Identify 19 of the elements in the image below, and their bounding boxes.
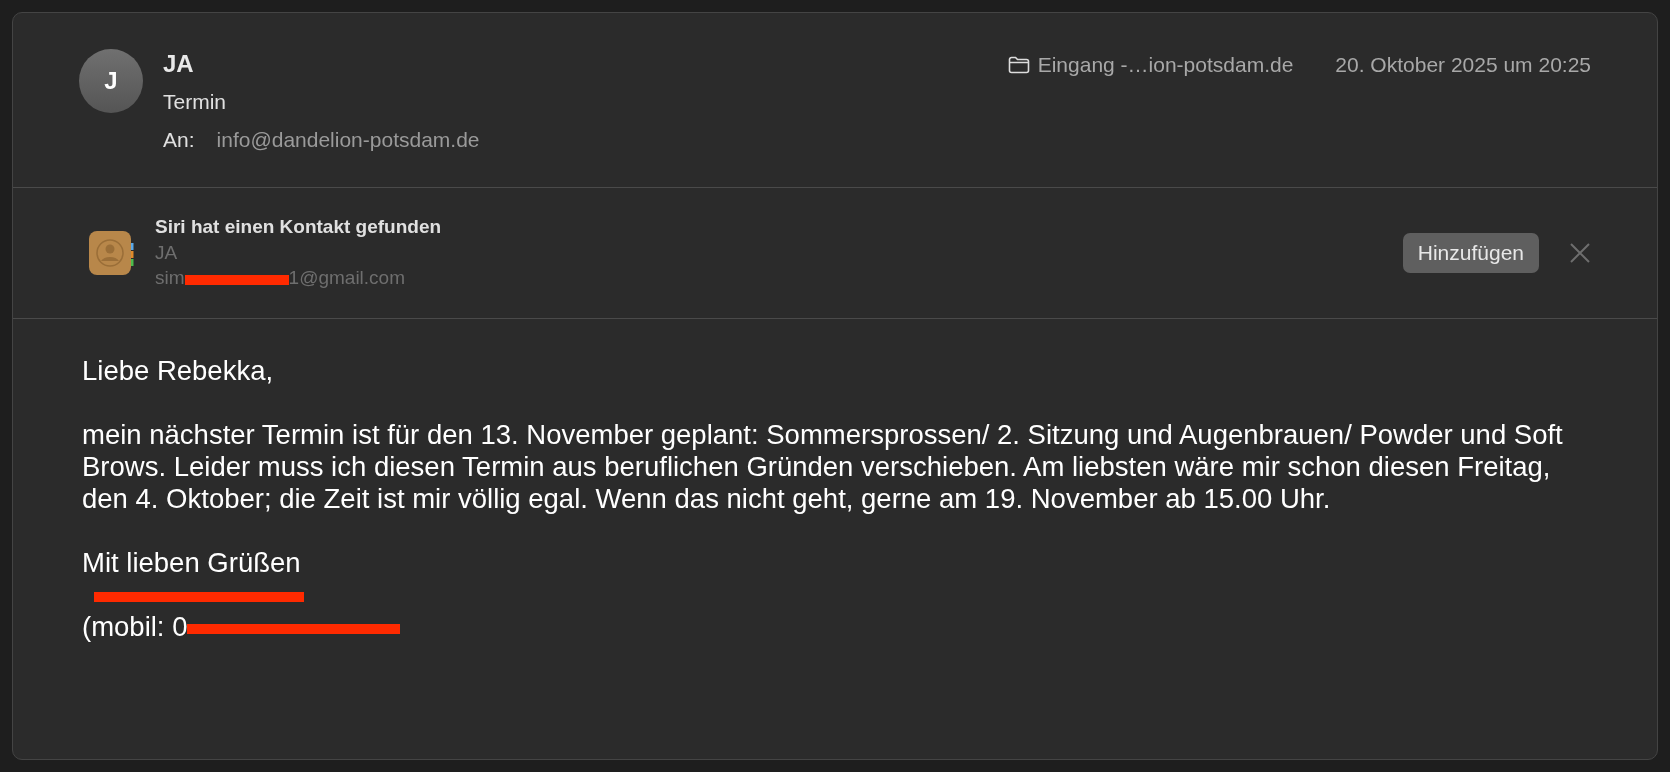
- to-label: An:: [163, 127, 195, 153]
- body-text: (mobil: 0: [82, 611, 188, 643]
- recipient-address: info@dandelion-potsdam.de: [216, 127, 480, 153]
- body-text: Mit lieben Grüßen: [82, 547, 302, 579]
- body-text: Liebe Rebekka,: [82, 355, 275, 387]
- body-text: mein nächster Termin ist für den 13. November geplant: Sommersprossen/ 2. Sitzung und Augenbrauen/ Powder und Soft Brows. Leider muss ich diesen Termin aus beruflichen Gründen verschieben. Am liebsten wäre mir schon diesen Freitag, den 4. Oktober; die Zeit ist mir völlig egal. Wenn das nicht geht, gerne am 19. November ab 15.00 Uhr.: [82, 419, 1564, 515]
- add-contact-button[interactable]: Hinzufügen: [1402, 233, 1539, 273]
- mailbox-label: Eingang -…ion-potsdam.de: [1037, 52, 1294, 78]
- sender-name: JA: [163, 49, 195, 79]
- contact-email: 1@gmail.com: [288, 266, 405, 290]
- siri-banner-title: Siri hat einen Kontakt gefunden: [155, 215, 442, 239]
- close-icon[interactable]: [1569, 242, 1591, 264]
- contact-name: JA: [155, 241, 179, 265]
- subject: Termin: [163, 89, 227, 115]
- contact-email: sim: [155, 266, 185, 290]
- contacts-app-icon: [87, 229, 135, 277]
- folder-icon: [1007, 55, 1030, 74]
- sender-avatar: J: [79, 49, 143, 113]
- message-date: 20. Oktober 2025 um 20:25: [1335, 52, 1591, 78]
